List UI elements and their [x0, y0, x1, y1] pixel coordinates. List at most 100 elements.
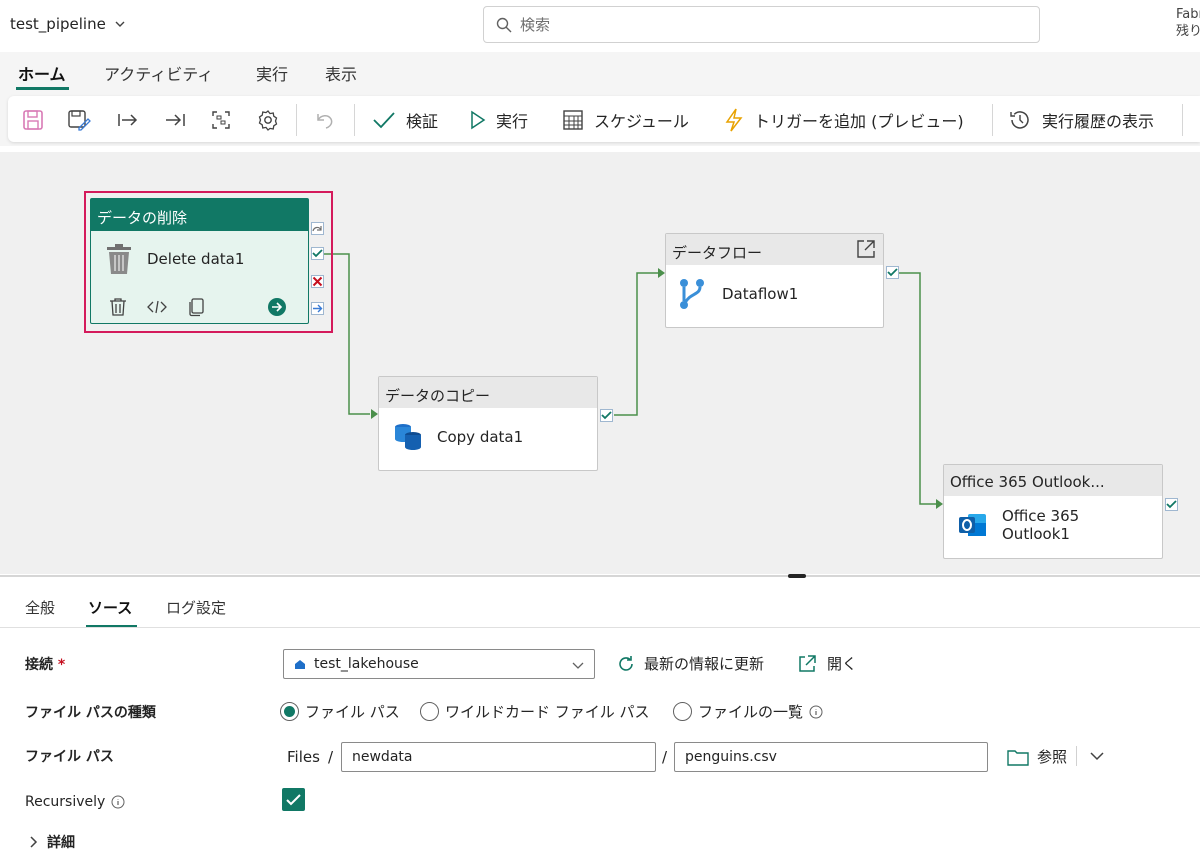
arrow-right-circle-icon[interactable]: [267, 297, 287, 317]
fabric-trial-text: Fabr 残り: [1176, 6, 1200, 40]
required-mark: *: [57, 657, 66, 673]
activity-name: Copy data1: [437, 428, 524, 446]
radio-wildcard[interactable]: ワイルドカード ファイル パス: [420, 701, 650, 722]
activity-outlook[interactable]: Office 365 Outlook... Office 365 Outlook…: [943, 464, 1163, 559]
calendar-icon: [563, 110, 583, 130]
fabric-line1: Fabr: [1176, 7, 1200, 22]
connection-value: test_lakehouse: [314, 656, 419, 672]
chevron-down-icon: [572, 662, 584, 669]
active-tab-indicator: [16, 87, 69, 90]
history-icon: [1010, 111, 1029, 129]
tab-source[interactable]: ソース: [88, 597, 132, 618]
radio-file-list[interactable]: ファイルの一覧: [673, 701, 823, 722]
search-placeholder: 検索: [520, 16, 551, 34]
pipeline-name: test_pipeline: [10, 15, 106, 33]
open-external-icon: [799, 654, 816, 672]
complete-output-arrow-icon[interactable]: [311, 302, 324, 315]
lightning-icon: [725, 108, 743, 132]
tab-log-settings[interactable]: ログ設定: [166, 597, 226, 618]
run-history-button[interactable]: 実行履歴の表示: [1008, 106, 1154, 134]
browse-button[interactable]: 参照: [1007, 746, 1067, 767]
schedule-button[interactable]: スケジュール: [562, 106, 689, 134]
run-label: 実行: [496, 112, 529, 131]
add-trigger-button[interactable]: トリガーを追加 (プレビュー): [724, 106, 964, 134]
activity-name-line1: Office 365: [1002, 507, 1080, 525]
run-button[interactable]: 実行: [470, 106, 528, 134]
recursive-checkbox[interactable]: [282, 788, 305, 811]
activity-name: Delete data1: [147, 250, 245, 268]
toolbar-separator: [354, 104, 355, 136]
radio-file-list-label: ファイルの一覧: [698, 703, 804, 721]
save-icon[interactable]: [20, 108, 46, 132]
toolbar-panel: 検証 実行 スケジュール トリガーを追加 (プレビュー) 実行履歴の表示: [8, 96, 1200, 142]
filepath-label: ファイル パス: [25, 749, 114, 765]
fail-output-x-icon[interactable]: [311, 275, 324, 288]
copy-icon[interactable]: [187, 297, 205, 317]
recursive-label-text: Recursively: [25, 794, 106, 810]
activity-dataflow[interactable]: データフロー Dataflow1: [665, 233, 884, 328]
dataflow-icon: [680, 279, 704, 309]
radio-filepath-label: ファイル パス: [305, 703, 400, 721]
auto-align-icon[interactable]: [208, 108, 234, 132]
activity-name: Office 365 Outlook1: [1002, 507, 1079, 543]
radio-filepath[interactable]: ファイル パス: [280, 701, 400, 722]
path-separator: /: [328, 748, 334, 766]
chevron-down-icon[interactable]: [1089, 750, 1105, 762]
validate-button[interactable]: 検証: [372, 106, 438, 134]
details-expander[interactable]: 詳細: [29, 832, 75, 852]
files-prefix: Files: [287, 748, 320, 766]
refresh-button[interactable]: 最新の情報に更新: [616, 653, 764, 674]
divider: [1076, 746, 1077, 766]
activity-row: Delete data1: [105, 243, 244, 275]
pipeline-canvas[interactable]: データの削除 Delete data1 データのコピー Copy data1 デ…: [0, 152, 1200, 574]
resize-handle[interactable]: [788, 574, 806, 578]
open-button[interactable]: 開く: [797, 653, 857, 674]
pipeline-name-dropdown[interactable]: test_pipeline: [10, 15, 126, 33]
fabric-line2: 残り: [1176, 24, 1200, 39]
ribbon-tabs: ホーム アクティビティ 実行 表示: [0, 52, 1200, 94]
tab-home[interactable]: ホーム: [18, 61, 66, 85]
success-output-checkbox[interactable]: [886, 266, 899, 279]
open-label: 開く: [827, 655, 858, 673]
add-trigger-label: トリガーを追加 (プレビュー): [754, 112, 964, 131]
details-label: 詳細: [47, 835, 75, 851]
undo-icon[interactable]: [312, 108, 338, 132]
filepath-type-label: ファイル パスの種類: [25, 705, 156, 721]
open-external-icon[interactable]: [856, 239, 876, 259]
schedule-label: スケジュール: [594, 112, 689, 131]
search-input[interactable]: 検索: [483, 6, 1040, 43]
delete-icon[interactable]: [109, 297, 127, 317]
browse-label: 参照: [1037, 748, 1068, 766]
settings-gear-icon[interactable]: [255, 108, 281, 132]
activity-copy-data[interactable]: データのコピー Copy data1: [378, 376, 598, 471]
activity-row: Copy data1: [393, 421, 523, 453]
toolbar-separator: [296, 104, 297, 136]
move-end-icon[interactable]: [162, 108, 188, 132]
skip-output-icon[interactable]: [311, 222, 324, 235]
toolbar: 検証 実行 スケジュール トリガーを追加 (プレビュー) 実行履歴の表示: [0, 94, 1200, 146]
info-icon: [111, 795, 125, 809]
toolbar-separator: [992, 104, 993, 136]
radio-wildcard-label: ワイルドカード ファイル パス: [445, 703, 650, 721]
activity-delete-data[interactable]: データの削除 Delete data1: [90, 198, 309, 324]
success-output-checkbox[interactable]: [311, 247, 324, 260]
search-icon: [496, 17, 512, 32]
activity-name-line2: Outlook1: [1002, 525, 1070, 543]
activity-name: Dataflow1: [722, 285, 799, 303]
radio-unselected-icon: [420, 702, 439, 721]
connection-dropdown[interactable]: test_lakehouse: [283, 649, 595, 679]
save-as-icon[interactable]: [66, 108, 92, 132]
folder-icon: [1007, 749, 1029, 766]
code-icon[interactable]: [147, 299, 167, 315]
tab-general[interactable]: 全般: [25, 597, 55, 618]
chevron-down-icon: [115, 21, 125, 27]
tab-activities[interactable]: アクティビティ: [104, 61, 213, 85]
move-right-icon[interactable]: [115, 108, 141, 132]
success-output-checkbox[interactable]: [1165, 498, 1178, 511]
tab-run[interactable]: 実行: [256, 61, 288, 85]
tab-view[interactable]: 表示: [325, 61, 357, 85]
success-output-checkbox[interactable]: [600, 409, 613, 422]
recursive-label: Recursively: [25, 794, 125, 810]
file-name-input[interactable]: penguins.csv: [674, 742, 988, 772]
folder-path-input[interactable]: newdata: [341, 742, 656, 772]
